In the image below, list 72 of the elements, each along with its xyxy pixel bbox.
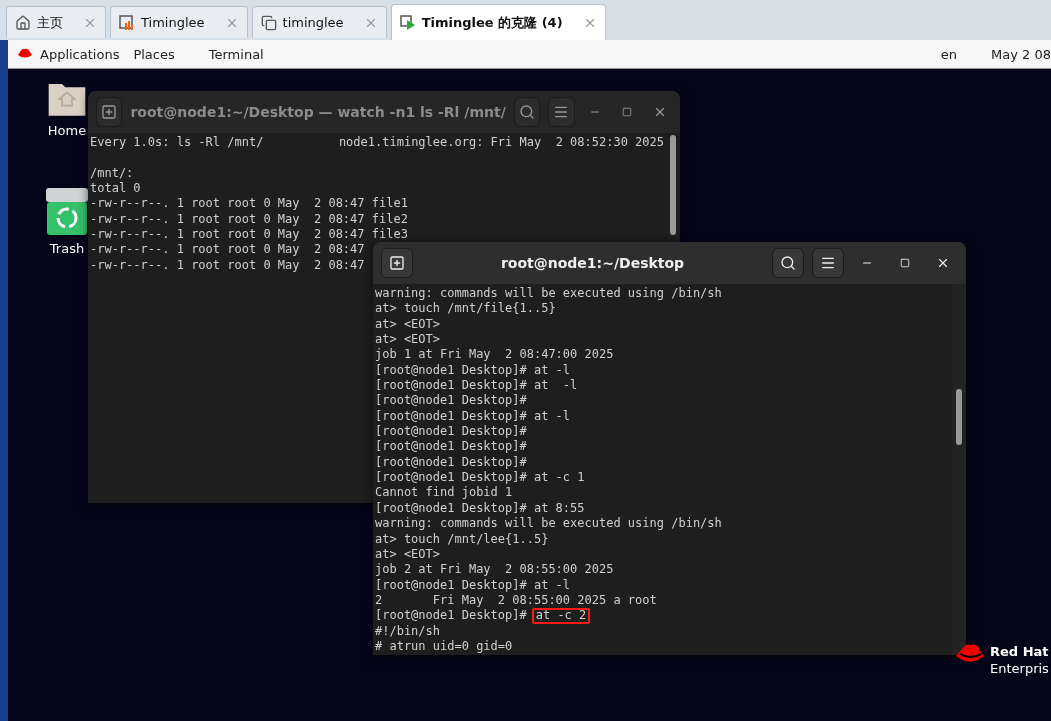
terminal-line: Every 1.0s: ls -Rl /mnt/ — [90, 135, 264, 151]
menu-button[interactable] — [812, 248, 844, 278]
terminal-line: total 0 — [90, 181, 141, 197]
highlighted-command: at -c 2 — [531, 608, 591, 624]
terminal-line: [root@node1 Desktop]# at -l — [375, 378, 578, 394]
maximize-icon — [622, 107, 633, 117]
scrollbar-thumb[interactable] — [670, 135, 676, 235]
menu-button[interactable] — [548, 97, 575, 127]
terminal-line: Cannot find jobid 1 — [375, 485, 513, 501]
new-tab-button[interactable] — [381, 248, 413, 278]
terminal-line: 2 Fri May 2 08:55:00 2025 a root — [375, 592, 657, 609]
menu-icon — [820, 255, 836, 271]
terminal-line: #!/bin/sh — [375, 623, 441, 639]
product-name: Enterpris — [990, 660, 1049, 677]
terminal-line: [root@node1 Desktop]# — [375, 608, 527, 624]
terminal-line: [root@node1 Desktop]# — [375, 424, 527, 440]
panel-menu[interactable]: Places — [133, 46, 175, 62]
terminal-line: -rw-r--r--. 1 root root 0 May 2 08:47 — [90, 257, 365, 274]
browser-tab[interactable]: Timinglee — [110, 6, 248, 38]
terminal-line: job 1 at Fri May 2 08:47:00 2025 — [375, 347, 614, 363]
terminal-line: # atrun uid=0 gid=0 — [375, 638, 513, 655]
plus-icon — [389, 255, 405, 271]
search-icon — [519, 104, 535, 120]
terminal-line: job 2 at Fri May 2 08:55:00 2025 — [375, 562, 614, 578]
terminal-line: at> touch /mnt/file{1..5} — [375, 301, 556, 317]
desktop-icon-label[interactable]: Home — [47, 123, 87, 138]
terminal-line: at> <EOT> — [375, 546, 441, 563]
terminal-line: node1.timinglee.org: Fri May 2 08:52:30 2025 — [338, 135, 664, 151]
terminal-line: [root@node1 Desktop]# — [375, 454, 527, 471]
terminal-line: [root@node1 Desktop]# at -l — [375, 362, 571, 379]
terminal-line: [root@node1 Desktop]# — [375, 439, 527, 455]
terminal-line: -rw-r--r--. 1 root root 0 May 2 08:47 file1 — [90, 196, 408, 212]
terminal-line: at> <EOT> — [375, 316, 441, 333]
menu-icon — [553, 104, 570, 120]
maximize-icon — [900, 258, 910, 268]
terminal-line: [root@node1 Desktop]# at -c 1 — [375, 470, 585, 486]
search-button[interactable] — [772, 248, 804, 278]
search-icon — [780, 255, 796, 271]
terminal-line: at> touch /mnt/lee{1..5} — [375, 531, 549, 547]
browser-tab[interactable]: timinglee — [251, 6, 387, 38]
close-icon — [936, 256, 950, 270]
plus-icon — [101, 104, 118, 120]
hat-icon — [16, 48, 34, 60]
terminal-line: -rw-r--r--. 1 root root 0 May 2 08:47 file3 — [90, 227, 408, 243]
browser-tab[interactable]: 主页 — [6, 6, 106, 38]
scrollbar-thumb[interactable] — [956, 389, 962, 445]
terminal-line: /mnt/: — [90, 165, 134, 182]
window-title: root@node1:~/Desktop — watch -n1 ls -Rl /mnt/ — [130, 104, 506, 120]
terminal-line: [root@node1 Desktop]# at -l — [375, 408, 571, 425]
terminal-line: warning: commands will be executed using /bin/sh — [375, 286, 722, 302]
window-icon — [119, 14, 135, 31]
new-tab-button[interactable] — [96, 97, 123, 127]
brand-name: Red Hat — [990, 643, 1049, 660]
desktop-icon-label[interactable]: Trash — [49, 241, 85, 256]
panel-clock[interactable]: May 2 08 — [991, 46, 1051, 62]
terminal-line: [root@node1 Desktop]# at -l — [375, 577, 571, 593]
language-indicator[interactable]: en — [940, 46, 958, 62]
terminal-line: -rw-r--r--. 1 root root 0 May 2 08:47 file2 — [90, 211, 408, 228]
terminal-line: [root@node1 Desktop]# — [375, 393, 527, 409]
browser-tab[interactable]: Timinglee 的克隆 (4) — [390, 4, 606, 40]
copy-icon — [260, 14, 277, 31]
home-icon — [15, 14, 31, 31]
terminal-line: -rw-r--r--. 1 root root 0 May 2 08:47 — [90, 242, 365, 258]
search-button[interactable] — [513, 97, 541, 127]
terminal-line: at> <EOT> — [375, 332, 441, 348]
terminal-line: warning: commands will be executed using /bin/sh — [375, 516, 722, 532]
window-title: root@node1:~/Desktop — [499, 255, 686, 271]
terminal-line: [root@node1 Desktop]# at 8:55 — [375, 500, 585, 517]
panel-menu[interactable]: Terminal — [208, 46, 264, 62]
window-play-icon — [399, 14, 416, 31]
trash-icon[interactable] — [45, 187, 89, 237]
panel-menu[interactable]: Applications — [40, 46, 120, 62]
